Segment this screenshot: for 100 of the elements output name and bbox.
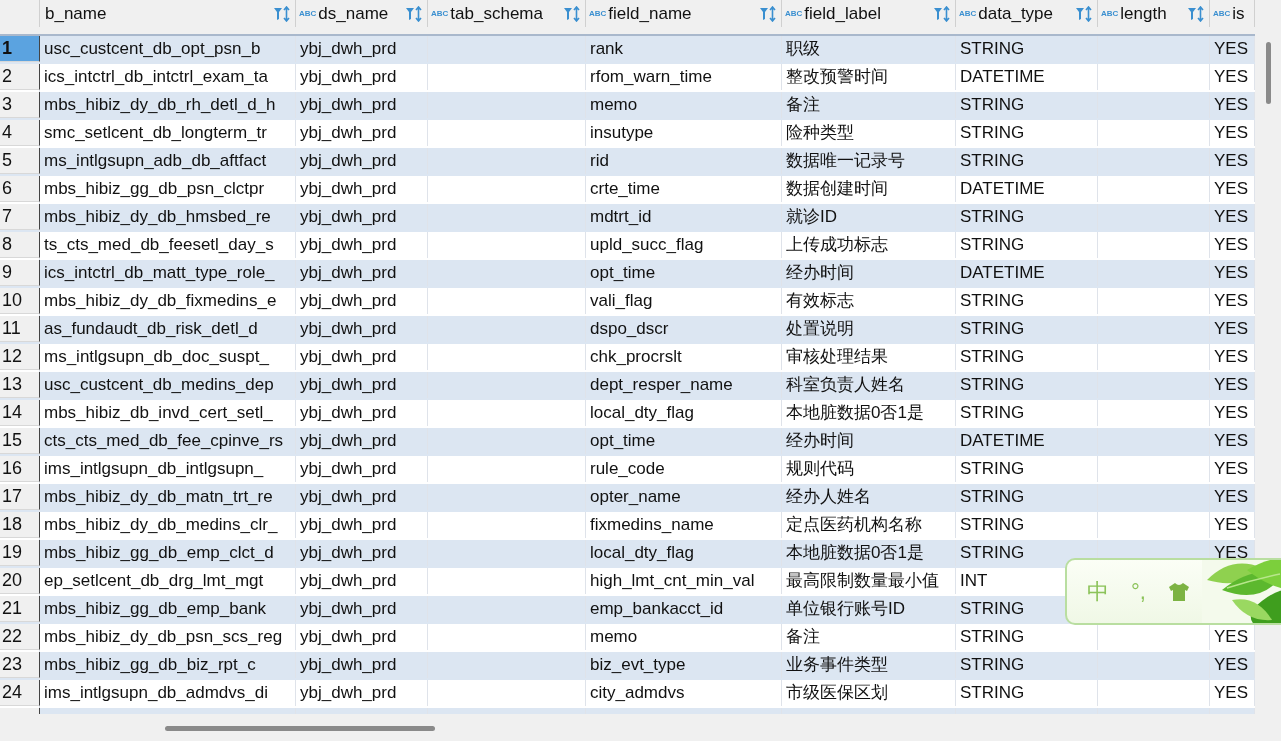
row-number[interactable]: 17 <box>0 484 40 510</box>
table-row[interactable]: 6 mbs_hibiz_gg_db_psn_clctpr ybj_dwh_prd crte_time 数据创建时间 DATETIME YES <box>0 176 1255 204</box>
type-label: ABC <box>431 9 449 18</box>
table-cell-text: 有效标志 <box>786 290 854 313</box>
table-row[interactable]: 17 mbs_hibiz_dy_db_matn_trt_re ybj_dwh_prd opter_name 经办人姓名 STRING YES <box>0 484 1255 512</box>
filter-sort-icon[interactable] <box>563 5 581 22</box>
table-cell: YES <box>1214 654 1249 675</box>
shirt-icon[interactable] <box>1167 581 1190 602</box>
row-number[interactable]: 19 <box>0 540 40 566</box>
type-label: ABC <box>785 9 803 18</box>
table-cell: ybj_dwh_prd <box>300 206 397 227</box>
table-row[interactable]: 5 ms_intlgsupn_adb_db_aftfact ybj_dwh_prd rid 数据唯一记录号 STRING YES <box>0 148 1255 176</box>
row-number[interactable]: 11 <box>0 316 40 342</box>
row-number[interactable]: 20 <box>0 568 40 594</box>
table-cell: YES <box>1214 206 1249 227</box>
table-cell: DATETIME <box>960 178 1045 199</box>
table-cell-text: 就诊ID <box>786 206 837 229</box>
table-row[interactable]: 9 ics_intctrl_db_matt_type_role_ ybj_dwh_prd opt_time 经办时间 DATETIME YES <box>0 260 1255 288</box>
row-number[interactable]: 9 <box>0 260 40 286</box>
table-cell: STRING <box>960 122 1025 143</box>
table-cell: high_lmt_cnt_min_val <box>590 570 755 591</box>
table-cell: STRING <box>960 598 1025 619</box>
table-cell: YES <box>1214 262 1249 283</box>
row-number[interactable]: 22 <box>0 624 40 650</box>
table-cell: STRING <box>960 290 1025 311</box>
row-number[interactable]: 7 <box>0 204 40 230</box>
table-cell: vali_flag <box>590 290 653 311</box>
filter-sort-icon[interactable] <box>759 5 777 22</box>
filter-sort-icon[interactable] <box>1187 5 1205 22</box>
table-cell: ybj_dwh_prd <box>300 682 397 703</box>
table-row[interactable]: 22 mbs_hibiz_dy_db_psn_scs_reg ybj_dwh_prd memo 备注 STRING YES <box>0 624 1255 652</box>
column-header[interactable]: b_name <box>40 0 296 27</box>
filter-sort-icon[interactable] <box>273 5 291 22</box>
table-cell: ybj_dwh_prd <box>300 122 397 143</box>
table-cell: ybj_dwh_prd <box>300 458 397 479</box>
table-row[interactable]: 13 usc_custcent_db_medins_dep ybj_dwh_prd dept_resper_name 科室负责人姓名 STRING YES <box>0 372 1255 400</box>
scrollbar-thumb[interactable] <box>1266 42 1271 104</box>
table-row[interactable]: 15 cts_cts_med_db_fee_cpinve_rs ybj_dwh_prd opt_time 经办时间 DATETIME YES <box>0 428 1255 456</box>
table-row[interactable]: 23 mbs_hibiz_gg_db_biz_rpt_c ybj_dwh_prd biz_evt_type 业务事件类型 STRING YES <box>0 652 1255 680</box>
table-row[interactable]: 4 smc_setlcent_db_longterm_tr ybj_dwh_prd insutype 险种类型 STRING YES <box>0 120 1255 148</box>
row-number[interactable]: 10 <box>0 288 40 314</box>
table-cell: YES <box>1214 374 1249 395</box>
table-cell: YES <box>1214 514 1249 535</box>
table-row[interactable]: 3 mbs_hibiz_dy_db_rh_detl_d_h ybj_dwh_prd memo 备注 STRING YES <box>0 92 1255 120</box>
table-cell: YES <box>1214 178 1249 199</box>
table-cell: mbs_hibiz_db_invd_cert_setl_ <box>44 402 273 423</box>
row-number[interactable]: 23 <box>0 652 40 678</box>
table-row[interactable]: 1 usc_custcent_db_opt_psn_b ybj_dwh_prd rank 职级 STRING YES <box>0 36 1255 64</box>
row-number[interactable]: 13 <box>0 372 40 398</box>
table-row[interactable]: 11 as_fundaudt_db_risk_detl_d ybj_dwh_prd dspo_dscr 处置说明 STRING YES <box>0 316 1255 344</box>
table-cell: dept_resper_name <box>590 374 733 395</box>
row-number[interactable]: 4 <box>0 120 40 146</box>
row-number[interactable]: 5 <box>0 148 40 174</box>
table-cell: YES <box>1214 430 1249 451</box>
table-row[interactable]: 24 ims_intlgsupn_db_admdvs_di ybj_dwh_prd city_admdvs 市级医保区划 STRING YES <box>0 680 1255 708</box>
table-cell: memo <box>590 94 638 115</box>
table-cell: as_fundaudt_db_risk_detl_d <box>44 318 258 339</box>
table-cell: mbs_hibiz_dy_db_hmsbed_re <box>44 206 271 227</box>
table-row[interactable]: 19 mbs_hibiz_gg_db_emp_clct_d ybj_dwh_prd local_dty_flag 本地脏数据0否1是 STRING YES <box>0 540 1255 568</box>
row-number[interactable]: 21 <box>0 596 40 622</box>
row-number[interactable]: 8 <box>0 232 40 258</box>
row-number[interactable]: 6 <box>0 176 40 202</box>
table-cell: STRING <box>960 514 1025 535</box>
row-number[interactable]: 24 <box>0 680 40 706</box>
row-number[interactable]: 14 <box>0 400 40 426</box>
table-cell: smc_setlcent_db_longterm_tr <box>44 122 267 143</box>
table-cell: ybj_dwh_prd <box>300 626 397 647</box>
table-cell: STRING <box>960 374 1025 395</box>
table-cell-text: 市级医保区划 <box>786 682 888 705</box>
filter-sort-icon[interactable] <box>1075 5 1093 22</box>
table-cell: ybj_dwh_prd <box>300 178 397 199</box>
table-row[interactable]: 2 ics_intctrl_db_intctrl_exam_ta ybj_dwh_prd rfom_warn_time 整改预警时间 DATETIME YES <box>0 64 1255 92</box>
table-cell: ybj_dwh_prd <box>300 374 397 395</box>
table-row[interactable]: 7 mbs_hibiz_dy_db_hmsbed_re ybj_dwh_prd mdtrt_id 就诊ID STRING YES <box>0 204 1255 232</box>
row-number[interactable]: 12 <box>0 344 40 370</box>
table-cell: ms_intlgsupn_db_doc_suspt_ <box>44 346 269 367</box>
row-number[interactable]: 18 <box>0 512 40 538</box>
row-number[interactable]: 1 <box>0 36 40 62</box>
scrollbar-thumb[interactable] <box>165 726 435 731</box>
table-row[interactable]: 12 ms_intlgsupn_db_doc_suspt_ ybj_dwh_prd chk_procrslt 审核处理结果 STRING YES <box>0 344 1255 372</box>
row-number[interactable]: 3 <box>0 92 40 118</box>
table-row[interactable]: 16 ims_intlgsupn_db_intlgsupn_ ybj_dwh_prd rule_code 规则代码 STRING YES <box>0 456 1255 484</box>
table-cell: ybj_dwh_prd <box>300 318 397 339</box>
table-cell-text: 险种类型 <box>786 122 854 145</box>
row-number[interactable]: 16 <box>0 456 40 482</box>
table-row[interactable]: 10 mbs_hibiz_dy_db_fixmedins_e ybj_dwh_prd vali_flag 有效标志 STRING YES <box>0 288 1255 316</box>
table-cell: opter_name <box>590 486 681 507</box>
filter-sort-icon[interactable] <box>933 5 951 22</box>
table-row[interactable]: 14 mbs_hibiz_db_invd_cert_setl_ ybj_dwh_prd local_dty_flag 本地脏数据0否1是 STRING YES <box>0 400 1255 428</box>
table-cell: mbs_hibiz_gg_db_emp_clct_d <box>44 542 274 563</box>
table-row[interactable]: 8 ts_cts_med_db_feesetl_day_s ybj_dwh_prd upld_succ_flag 上传成功标志 STRING YES <box>0 232 1255 260</box>
row-number[interactable]: 2 <box>0 64 40 90</box>
table-cell: fixmedins_name <box>590 514 714 535</box>
table-cell-text: 上传成功标志 <box>786 234 888 257</box>
table-row[interactable]: 18 mbs_hibiz_dy_db_medins_clr_ ybj_dwh_prd fixmedins_name 定点医药机构名称 STRING YES <box>0 512 1255 540</box>
table-cell: STRING <box>960 346 1025 367</box>
table-cell: STRING <box>960 150 1025 171</box>
row-number[interactable]: 15 <box>0 428 40 454</box>
table-cell: chk_procrslt <box>590 346 682 367</box>
filter-sort-icon[interactable] <box>405 5 423 22</box>
